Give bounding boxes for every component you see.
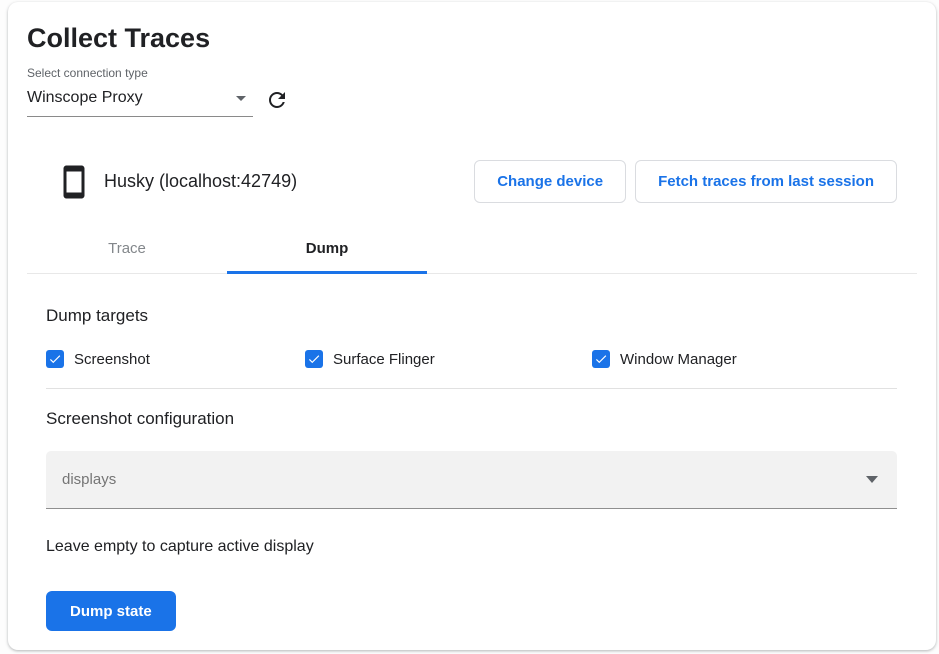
dump-tab-content: Dump targets Screenshot Surface Flinger … — [8, 306, 936, 631]
checkbox-checked-icon — [305, 350, 323, 368]
chevron-down-icon — [866, 476, 878, 483]
dump-state-button[interactable]: Dump state — [46, 591, 176, 631]
device-name: Husky (localhost:42749) — [104, 171, 297, 192]
dump-targets-row: Screenshot Surface Flinger Window Manage… — [46, 350, 897, 368]
checkbox-label: Window Manager — [620, 351, 737, 368]
tab-dump[interactable]: Dump — [227, 226, 427, 274]
fetch-traces-button[interactable]: Fetch traces from last session — [635, 160, 897, 203]
dump-targets-heading: Dump targets — [46, 306, 897, 326]
page-title: Collect Traces — [27, 22, 917, 54]
header: Collect Traces Select connection type Wi… — [8, 2, 936, 120]
tab-bar: Trace Dump — [27, 226, 917, 274]
refresh-button[interactable] — [263, 86, 291, 114]
displays-select-value: displays — [62, 471, 116, 488]
checkbox-checked-icon — [592, 350, 610, 368]
checkbox-screenshot[interactable]: Screenshot — [46, 350, 305, 368]
connection-row: Winscope Proxy — [27, 86, 917, 120]
device-row: Husky (localhost:42749) Change device Fe… — [8, 160, 936, 203]
tab-trace[interactable]: Trace — [27, 226, 227, 274]
refresh-icon — [265, 88, 289, 112]
collect-traces-card: Collect Traces Select connection type Wi… — [8, 2, 936, 650]
checkbox-label: Screenshot — [74, 351, 150, 368]
checkbox-surface-flinger[interactable]: Surface Flinger — [305, 350, 592, 368]
connection-type-value: Winscope Proxy — [27, 89, 143, 107]
change-device-button[interactable]: Change device — [474, 160, 626, 203]
section-divider — [46, 388, 897, 389]
checkbox-label: Surface Flinger — [333, 351, 435, 368]
chevron-down-icon — [236, 96, 246, 101]
screenshot-config-heading: Screenshot configuration — [46, 409, 897, 429]
smartphone-icon — [56, 164, 92, 200]
hint-text: Leave empty to capture active display — [46, 537, 897, 556]
connection-type-label: Select connection type — [27, 66, 917, 80]
displays-select[interactable]: displays — [46, 451, 897, 509]
device-buttons: Change device Fetch traces from last ses… — [474, 160, 897, 203]
checkbox-window-manager[interactable]: Window Manager — [592, 350, 737, 368]
connection-type-select[interactable]: Winscope Proxy — [27, 89, 253, 117]
checkbox-checked-icon — [46, 350, 64, 368]
